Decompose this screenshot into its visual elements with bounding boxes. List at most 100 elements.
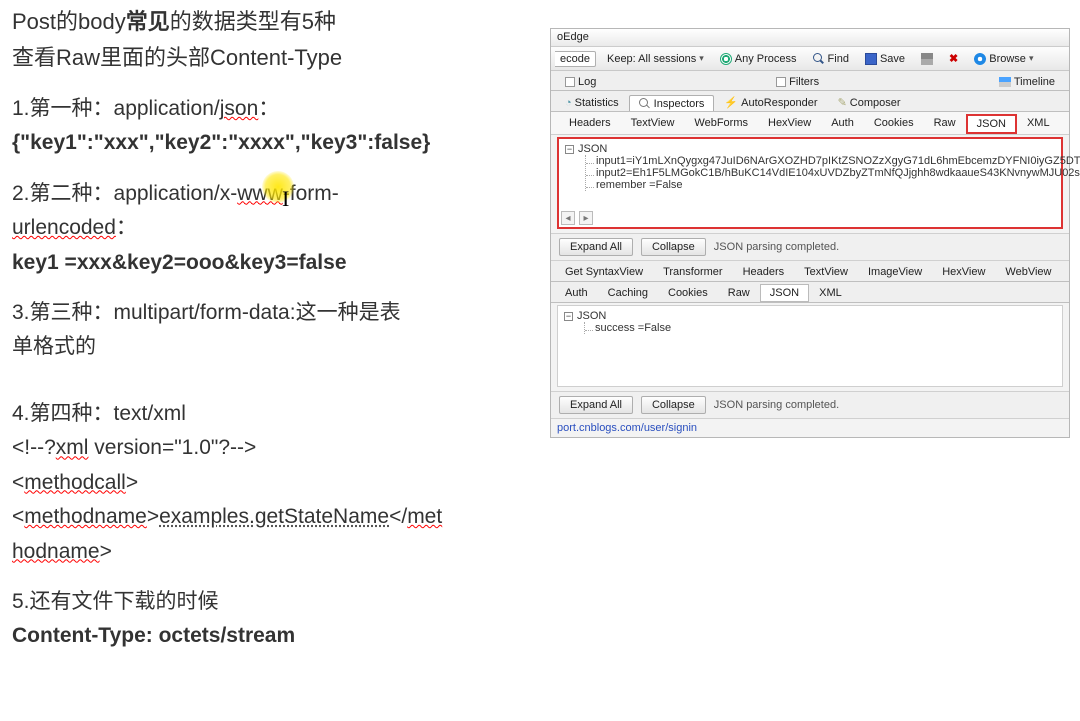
request-tree-root-label: JSON [578, 143, 607, 155]
collapse-toggle-icon[interactable]: − [564, 312, 573, 321]
request-subtab-cookies[interactable]: Cookies [864, 114, 924, 134]
response-tab-json[interactable]: JSON [760, 284, 809, 302]
response-tab-hexview[interactable]: HexView [932, 263, 995, 281]
screenshot-button[interactable] [916, 51, 938, 67]
response-tab-get-syntaxview[interactable]: Get SyntaxView [555, 263, 653, 281]
response-tab-auth[interactable]: Auth [555, 284, 598, 302]
view-tab-inspectors[interactable]: Inspectors [629, 95, 715, 112]
response-tab-headers[interactable]: Headers [733, 263, 795, 281]
target-icon [720, 53, 732, 65]
json-tree-item[interactable]: input1=iY1mLXnQygxg47JuID6NArGXOZHD7pIKt… [596, 155, 1055, 167]
fiddler-window: oEdge ecode Keep: All sessions▾ Any Proc… [550, 28, 1070, 438]
find-button[interactable]: Find [808, 51, 854, 67]
title-line-1: Post的body常见的数据类型有5种 [12, 6, 502, 38]
any-process-button[interactable]: Any Process [715, 51, 802, 67]
item1-head: 1.第一种：application/json： [12, 94, 502, 124]
browse-button[interactable]: Browse▾ [969, 51, 1038, 67]
response-tree-root-label: JSON [577, 310, 606, 322]
request-subtab-textview[interactable]: TextView [621, 114, 685, 134]
title-bold: 常见 [126, 9, 170, 34]
item4-l3-gt: > [147, 505, 159, 528]
item4-l3-methodname: methodname [24, 505, 147, 528]
item1-head-end: ： [258, 97, 279, 120]
response-tab-cookies[interactable]: Cookies [658, 284, 718, 302]
response-tab-transformer[interactable]: Transformer [653, 263, 733, 281]
item4-l3-text: examples.getStateName [159, 505, 389, 528]
expand-all-button[interactable]: Expand All [559, 238, 633, 256]
response-tab-webview[interactable]: WebView [995, 263, 1061, 281]
keep-sessions-dropdown[interactable]: Keep: All sessions▾ [602, 51, 709, 67]
tab-label: Log [578, 76, 596, 88]
chevron-down-icon: ▾ [699, 53, 704, 64]
view-tabs-row2: ◔Statistics Inspectors ⚡AutoResponder✎Comp… [551, 91, 1069, 112]
scroll-arrows: ◂ ▸ [561, 211, 593, 225]
view-tab-log[interactable]: Log [555, 73, 606, 90]
save-icon [865, 53, 877, 65]
save-button[interactable]: Save [860, 51, 910, 67]
browser-icon [974, 53, 986, 65]
browse-label: Browse [989, 53, 1026, 65]
item4-l2-gt: > [126, 471, 138, 494]
item5-head: 5.还有文件下载的时候 [12, 587, 502, 617]
item4-l4-gt: > [100, 540, 112, 563]
item3-line-a: 3.第三种：multipart/form-data:这一种是表 [12, 298, 502, 328]
notes-document: Post的body常见的数据类型有5种 查看Raw里面的头部Content-Ty… [12, 6, 502, 672]
tab-label: Timeline [1014, 76, 1055, 88]
item1-head-a: 1.第一种：application/ [12, 97, 220, 120]
request-subtab-json[interactable]: JSON [966, 114, 1017, 134]
item1-head-json: json [220, 97, 259, 120]
title-post: 的数据类型有5种 [170, 9, 336, 34]
request-subtabs: HeadersTextViewWebFormsHexViewAuthCookie… [551, 112, 1069, 135]
collapse-button[interactable]: Collapse [641, 396, 706, 414]
item4-l2-lt: < [12, 471, 24, 494]
scroll-right-button[interactable]: ▸ [579, 211, 593, 225]
view-tab-autoresponder[interactable]: ⚡AutoResponder [714, 93, 827, 111]
chevron-down-icon: ▾ [1029, 53, 1034, 64]
item2-body: key1 =xxx&key2=ooo&key3=false [12, 248, 502, 278]
collapse-button[interactable]: Collapse [641, 238, 706, 256]
scroll-left-button[interactable]: ◂ [561, 211, 575, 225]
request-subtab-xml[interactable]: XML [1017, 114, 1060, 134]
view-tab-composer[interactable]: ✎Composer [828, 93, 911, 111]
response-tab-raw[interactable]: Raw [718, 284, 760, 302]
response-tab-textview[interactable]: TextView [794, 263, 858, 281]
json-tree-item[interactable]: success =False [595, 322, 1056, 334]
camera-icon [921, 53, 933, 65]
json-tree-item[interactable]: remember =False [596, 179, 1055, 191]
view-tab-timeline[interactable]: Timeline [989, 73, 1065, 90]
request-subtab-auth[interactable]: Auth [821, 114, 864, 134]
response-json-pane: − JSON success =False [557, 305, 1063, 387]
item4-line2: <methodcall> [12, 468, 502, 498]
request-subtab-webforms[interactable]: WebForms [684, 114, 758, 134]
item2-head-a: 2.第二种：application/x- [12, 182, 237, 205]
keep-sessions-label: Keep: All sessions [607, 53, 696, 65]
request-subtab-hexview[interactable]: HexView [758, 114, 821, 134]
tab-label: Statistics [575, 97, 619, 109]
item4-l2-methodcall: methodcall [24, 471, 126, 494]
view-tab-statistics[interactable]: ◔Statistics [555, 94, 629, 111]
title-pre: Post的body [12, 9, 126, 34]
response-tab-caching[interactable]: Caching [598, 284, 658, 302]
title-line-2: 查看Raw里面的头部Content-Type [12, 42, 502, 74]
status-bar-url: port.cnblogs.com/user/signin [551, 419, 1069, 437]
collapse-toggle-icon[interactable]: − [565, 145, 574, 154]
view-tab-filters[interactable]: Filters [766, 73, 829, 90]
main-toolbar: ecode Keep: All sessions▾ Any Process Fi… [551, 47, 1069, 71]
clear-button[interactable]: ✖ [944, 50, 963, 67]
response-tab-imageview[interactable]: ImageView [858, 263, 932, 281]
request-button-bar: Expand All Collapse JSON parsing complet… [551, 233, 1069, 261]
pencil-icon: ✎ [838, 96, 847, 109]
json-tree-item[interactable]: input2=Eh1F5LMGokC1B/hBuKC14VdIE104xUVDZ… [596, 167, 1055, 179]
response-button-bar: Expand All Collapse JSON parsing complet… [551, 391, 1069, 419]
response-tab-xml[interactable]: XML [809, 284, 852, 302]
expand-all-button[interactable]: Expand All [559, 396, 633, 414]
stats-icon: ◔ [565, 97, 572, 109]
decode-button[interactable]: ecode [555, 51, 596, 67]
any-process-label: Any Process [735, 53, 797, 65]
request-subtab-raw[interactable]: Raw [924, 114, 966, 134]
bolt-icon: ⚡ [724, 96, 738, 109]
request-subtab-headers[interactable]: Headers [559, 114, 621, 134]
tab-label: Inspectors [654, 98, 705, 110]
parse-status: JSON parsing completed. [714, 399, 839, 411]
item2-urlencoded: urlencoded [12, 216, 116, 239]
